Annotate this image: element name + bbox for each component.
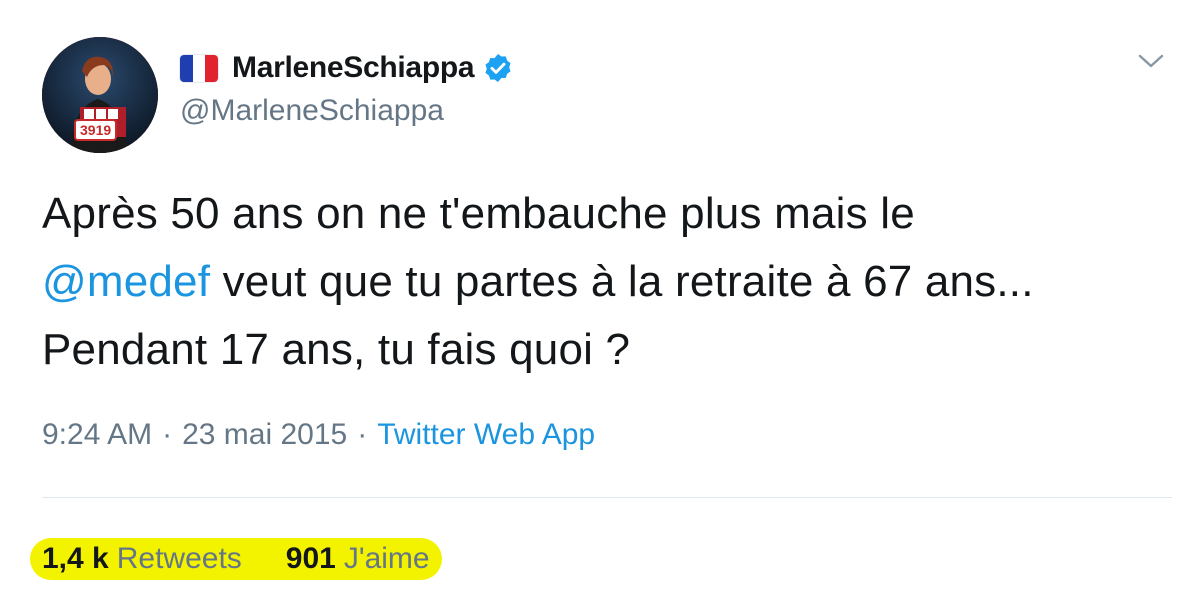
- likes-count: 901: [285, 542, 336, 575]
- user-info[interactable]: MarleneSchiappa @MarleneSchiappa: [180, 48, 514, 128]
- france-flag-icon: [180, 54, 218, 82]
- tweet-card: 3919 MarleneSchiappa @MarleneSchiappa Ap…: [0, 0, 1200, 615]
- verified-badge-icon: [485, 54, 511, 82]
- tweet-date[interactable]: 23 mai 2015: [182, 418, 347, 451]
- avatar-badge: 3919: [74, 119, 118, 141]
- retweets-stat[interactable]: 1,4 k Retweets: [42, 542, 242, 576]
- engagement-stats: 1,4 k Retweets 901 J'aime: [30, 538, 442, 580]
- display-name[interactable]: MarleneSchiappa: [232, 51, 475, 85]
- likes-stat[interactable]: 901 J'aime: [286, 542, 430, 576]
- meta-separator: ·: [162, 418, 173, 451]
- meta-separator: ·: [357, 418, 368, 451]
- retweets-label: Retweets: [116, 542, 242, 575]
- tweet-source-link[interactable]: Twitter Web App: [377, 418, 595, 451]
- chevron-down-icon[interactable]: [1136, 50, 1166, 72]
- divider: [42, 497, 1172, 498]
- retweets-count: 1,4 k: [42, 542, 109, 575]
- likes-label: J'aime: [343, 542, 430, 575]
- mention-link[interactable]: @medef: [42, 257, 210, 306]
- user-handle[interactable]: @MarleneSchiappa: [180, 94, 514, 128]
- tweet-text-part: Après 50 ans on ne t'embauche plus mais …: [42, 189, 915, 238]
- tweet-time[interactable]: 9:24 AM: [42, 418, 152, 451]
- tweet-meta: 9:24 AM · 23 mai 2015 · Twitter Web App: [42, 418, 595, 452]
- name-row: MarleneSchiappa: [180, 48, 514, 88]
- tweet-text: Après 50 ans on ne t'embauche plus mais …: [42, 180, 1162, 384]
